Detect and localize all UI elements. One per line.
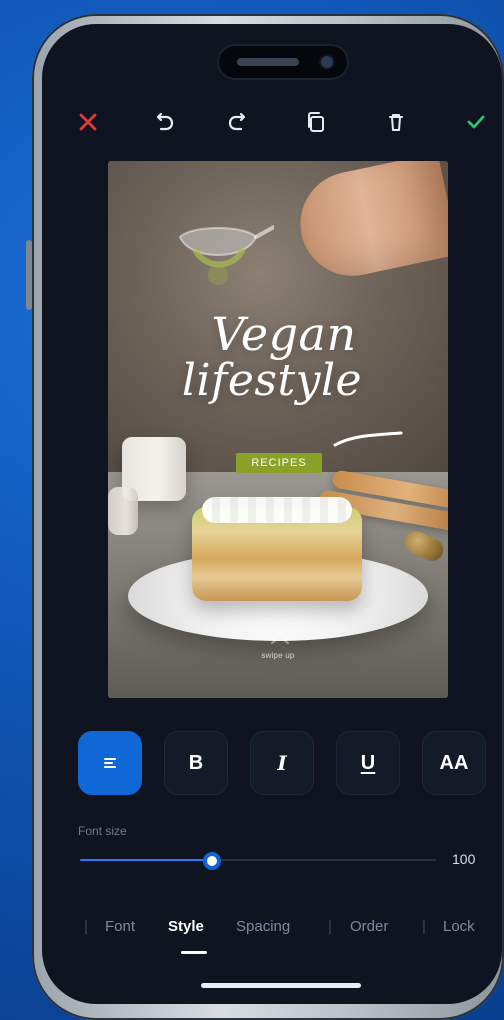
confirm-button[interactable] [458,104,494,140]
small-cup-illustration [108,487,138,535]
poster-badge[interactable]: RECIPES [236,453,322,473]
title-swash-icon [333,431,403,447]
redo-button[interactable] [220,104,256,140]
align-button[interactable] [78,731,142,795]
slider-thumb[interactable] [202,852,221,870]
poster-title[interactable]: Vegan lifestyle [108,311,448,405]
cake-illustration [192,497,362,601]
tab-separator: | [84,918,88,935]
tab-font[interactable]: Font [105,918,135,935]
check-icon [467,115,485,129]
tab-style[interactable]: Style [168,918,204,935]
poster-title-line-1[interactable]: Vegan [114,311,448,357]
home-indicator[interactable] [201,983,361,988]
text-style-controls: B I U AA [78,731,488,795]
font-size-slider[interactable] [80,852,436,870]
underline-button[interactable]: U [336,731,400,795]
case-label: AA [439,751,469,774]
delete-button[interactable] [378,104,414,140]
tab-order[interactable]: Order [350,918,388,935]
close-icon [79,113,97,131]
italic-label: I [277,751,287,775]
font-size-label: Font size [78,824,127,838]
close-button[interactable] [70,104,106,140]
sieve-illustration [178,225,274,285]
tab-separator: | [422,918,426,935]
dynamic-island [217,44,349,80]
redo-icon [228,112,246,131]
tab-separator: | [328,918,332,935]
bottom-tabs: | Font Style Spacing | Order | Lock [60,918,500,958]
bold-label: B [188,751,204,774]
bold-button[interactable]: B [164,731,228,795]
poster-title-line-2[interactable]: lifestyle [108,357,442,405]
case-button[interactable]: AA [422,731,486,795]
swipe-up-icon [271,632,289,644]
tab-spacing[interactable]: Spacing [236,918,290,935]
active-tab-indicator [181,951,207,954]
earpiece [237,58,299,66]
front-camera [321,56,333,68]
align-left-icon [104,758,116,768]
poster-footer-text: swipe up [261,651,295,660]
underline-label: U [360,751,376,774]
font-size-value: 100 [452,851,476,867]
slider-fill [80,859,212,861]
italic-button[interactable]: I [250,731,314,795]
tab-lock[interactable]: Lock [443,918,475,935]
duplicate-button[interactable] [298,104,334,140]
trash-icon [389,114,403,131]
design-canvas[interactable]: Vegan lifestyle RECIPES swipe up [108,161,448,698]
undo-button[interactable] [146,104,182,140]
undo-icon [156,112,174,131]
editor-toolbar [70,104,490,144]
copy-icon [308,112,324,132]
